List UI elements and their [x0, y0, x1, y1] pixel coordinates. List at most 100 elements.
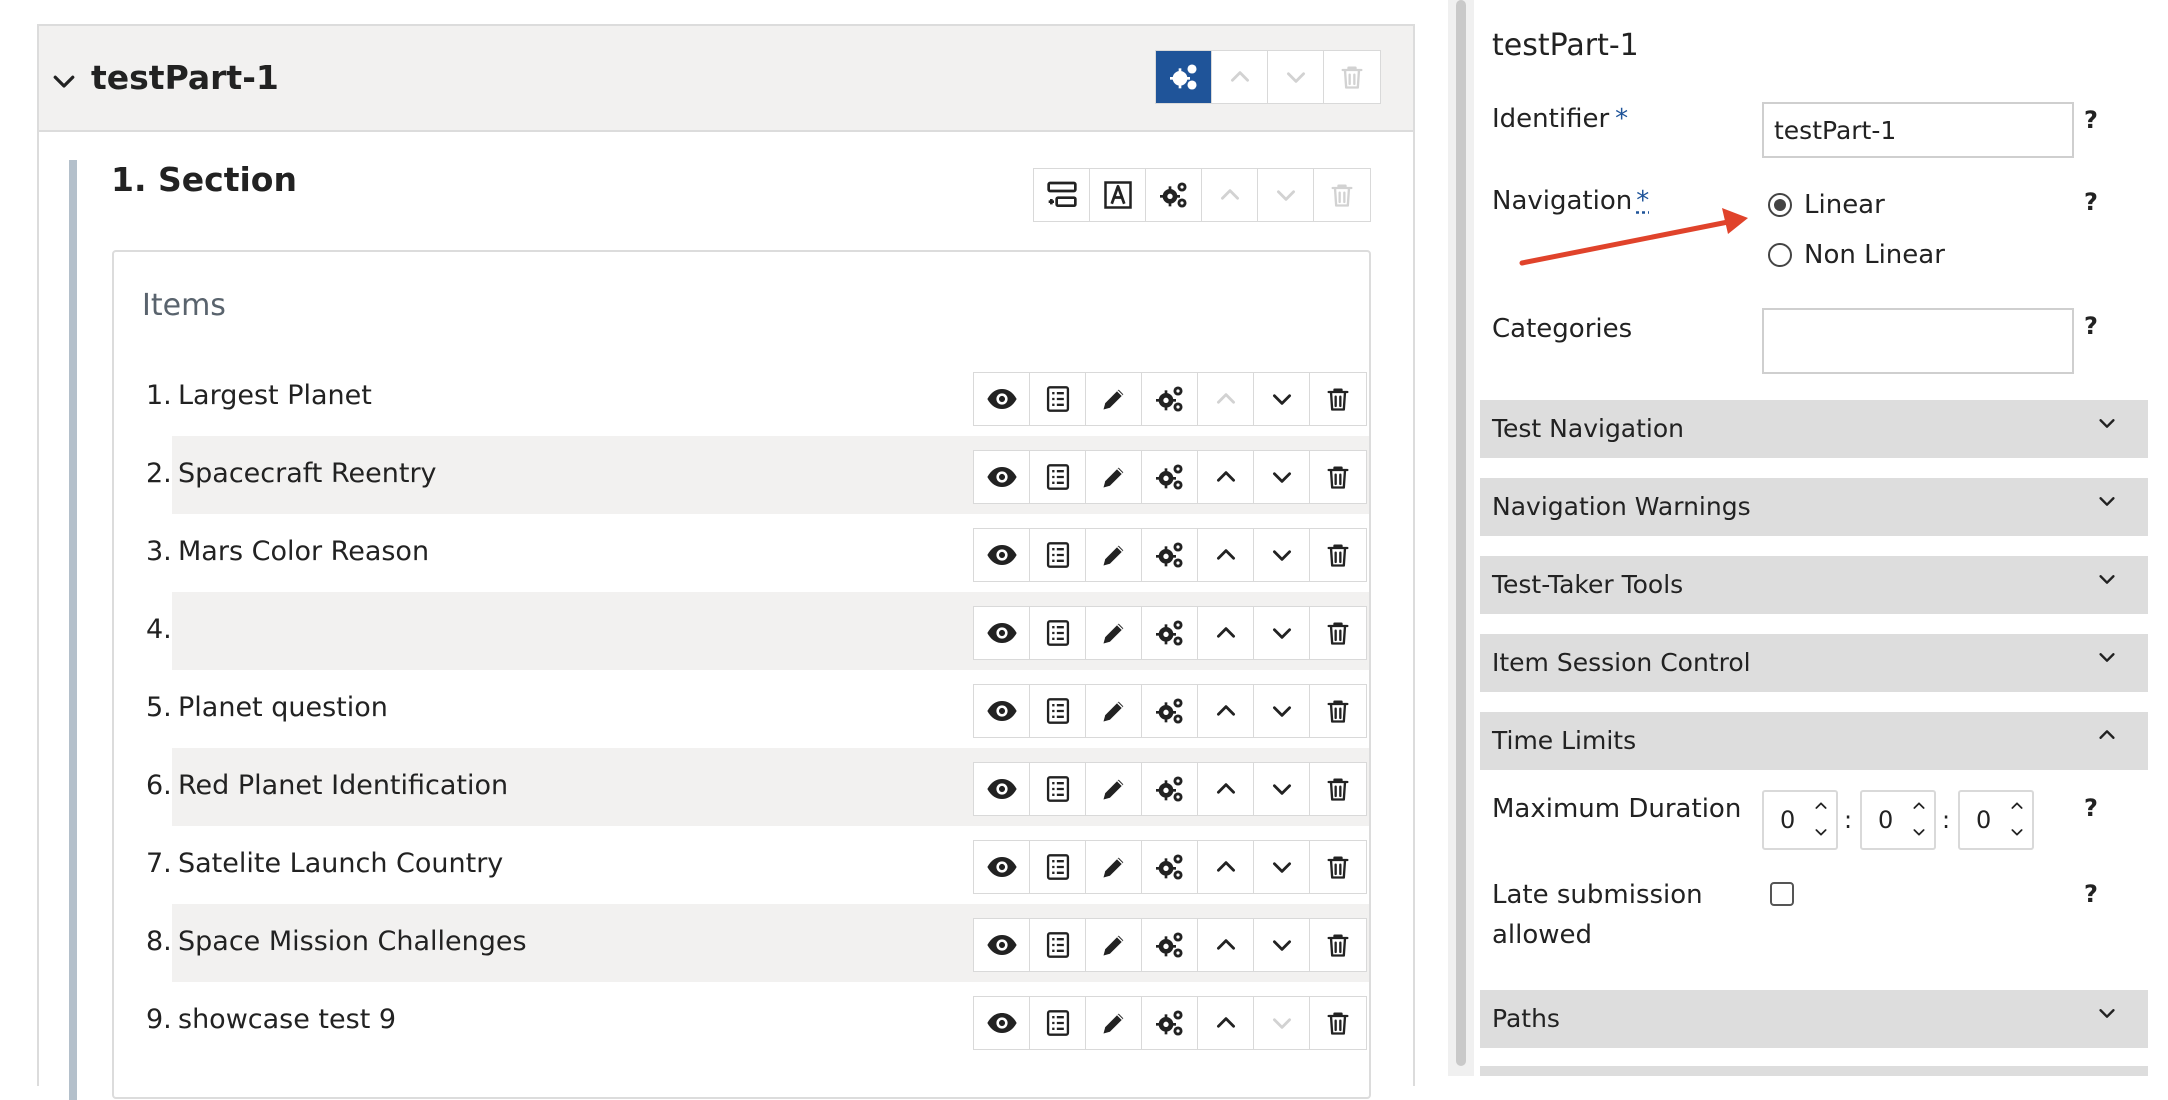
move-down-icon[interactable]: [1254, 685, 1310, 737]
delete-trash-icon[interactable]: [1310, 841, 1366, 893]
item-list-icon[interactable]: [1030, 841, 1086, 893]
section-move-up-button[interactable]: [1202, 169, 1258, 221]
move-up-icon[interactable]: [1198, 451, 1254, 503]
test-part-properties-button[interactable]: [1156, 51, 1212, 103]
item-list-icon[interactable]: [1030, 451, 1086, 503]
section-delete-button[interactable]: [1314, 169, 1370, 221]
accordion-navigation-warnings[interactable]: Navigation Warnings: [1480, 478, 2148, 536]
move-down-icon[interactable]: [1254, 373, 1310, 425]
identifier-help-icon[interactable]: ?: [2084, 106, 2098, 134]
item-properties-gear-icon[interactable]: [1142, 607, 1198, 659]
accordion-paths[interactable]: Paths: [1480, 990, 2148, 1048]
item-list-icon[interactable]: [1030, 529, 1086, 581]
item-properties-gear-icon[interactable]: [1142, 919, 1198, 971]
preview-eye-icon[interactable]: [974, 763, 1030, 815]
test-part-move-up-button[interactable]: [1212, 51, 1268, 103]
edit-pencil-icon[interactable]: [1086, 607, 1142, 659]
preview-eye-icon[interactable]: [974, 607, 1030, 659]
item-list-icon[interactable]: [1030, 373, 1086, 425]
item-list-icon[interactable]: [1030, 763, 1086, 815]
item-properties-gear-icon[interactable]: [1142, 763, 1198, 815]
collapse-chevron-icon[interactable]: [49, 66, 79, 96]
duration-seconds-spinner[interactable]: 0: [1958, 790, 2034, 850]
test-part-move-down-button[interactable]: [1268, 51, 1324, 103]
accordion-test-taker-tools[interactable]: Test-Taker Tools: [1480, 556, 2148, 614]
move-up-icon[interactable]: [1198, 685, 1254, 737]
preview-eye-icon[interactable]: [974, 451, 1030, 503]
move-up-icon[interactable]: [1198, 763, 1254, 815]
spin-down-icon[interactable]: [2008, 824, 2026, 840]
section-move-down-button[interactable]: [1258, 169, 1314, 221]
max-duration-help-icon[interactable]: ?: [2084, 794, 2098, 822]
item-properties-gear-icon[interactable]: [1142, 373, 1198, 425]
preview-eye-icon[interactable]: [974, 919, 1030, 971]
spin-up-icon[interactable]: [1910, 798, 1928, 814]
panel-splitter[interactable]: [1448, 0, 1474, 1076]
section-properties-button[interactable]: [1146, 169, 1202, 221]
move-up-icon[interactable]: [1198, 607, 1254, 659]
edit-pencil-icon[interactable]: [1086, 373, 1142, 425]
item-properties-gear-icon[interactable]: [1142, 685, 1198, 737]
accordion-time-limits[interactable]: Time Limits: [1480, 712, 2148, 770]
identifier-input[interactable]: [1762, 102, 2074, 158]
categories-input[interactable]: [1762, 308, 2074, 374]
item-list-icon[interactable]: [1030, 919, 1086, 971]
item-list-icon[interactable]: [1030, 685, 1086, 737]
navigation-nonlinear-radio[interactable]: Non Linear: [1768, 240, 1945, 270]
edit-pencil-icon[interactable]: [1086, 685, 1142, 737]
late-submission-checkbox[interactable]: [1770, 882, 1794, 906]
accordion-test-navigation[interactable]: Test Navigation: [1480, 400, 2148, 458]
delete-trash-icon[interactable]: [1310, 451, 1366, 503]
duration-minutes-spinner[interactable]: 0: [1860, 790, 1936, 850]
item-properties-gear-icon[interactable]: [1142, 841, 1198, 893]
edit-pencil-icon[interactable]: [1086, 451, 1142, 503]
move-up-icon[interactable]: [1198, 997, 1254, 1049]
accordion-item-session-control[interactable]: Item Session Control: [1480, 634, 2148, 692]
delete-trash-icon[interactable]: [1310, 919, 1366, 971]
preview-eye-icon[interactable]: [974, 997, 1030, 1049]
edit-pencil-icon[interactable]: [1086, 529, 1142, 581]
spin-down-icon[interactable]: [1910, 824, 1928, 840]
rubric-block-button[interactable]: [1090, 169, 1146, 221]
preview-eye-icon[interactable]: [974, 841, 1030, 893]
item-list-icon[interactable]: [1030, 997, 1086, 1049]
move-down-icon[interactable]: [1254, 451, 1310, 503]
edit-pencil-icon[interactable]: [1086, 997, 1142, 1049]
navigation-linear-radio[interactable]: Linear: [1768, 190, 1885, 220]
spin-up-icon[interactable]: [1812, 798, 1830, 814]
edit-pencil-icon[interactable]: [1086, 919, 1142, 971]
add-subsection-button[interactable]: [1034, 169, 1090, 221]
move-down-icon[interactable]: [1254, 763, 1310, 815]
move-up-icon[interactable]: [1198, 919, 1254, 971]
duration-hours-spinner[interactable]: 0: [1762, 790, 1838, 850]
delete-trash-icon[interactable]: [1310, 373, 1366, 425]
spin-down-icon[interactable]: [1812, 824, 1830, 840]
delete-trash-icon[interactable]: [1310, 763, 1366, 815]
item-properties-gear-icon[interactable]: [1142, 997, 1198, 1049]
preview-eye-icon[interactable]: [974, 685, 1030, 737]
delete-trash-icon[interactable]: [1310, 997, 1366, 1049]
edit-pencil-icon[interactable]: [1086, 841, 1142, 893]
move-down-icon[interactable]: [1254, 919, 1310, 971]
move-down-icon[interactable]: [1254, 607, 1310, 659]
delete-trash-icon[interactable]: [1310, 529, 1366, 581]
test-part-delete-button[interactable]: [1324, 51, 1380, 103]
delete-trash-icon[interactable]: [1310, 607, 1366, 659]
preview-eye-icon[interactable]: [974, 529, 1030, 581]
move-down-icon[interactable]: [1254, 529, 1310, 581]
move-up-icon[interactable]: [1198, 373, 1254, 425]
edit-pencil-icon[interactable]: [1086, 763, 1142, 815]
move-up-icon[interactable]: [1198, 841, 1254, 893]
scrollbar-thumb[interactable]: [1456, 0, 1466, 1066]
spin-up-icon[interactable]: [2008, 798, 2026, 814]
delete-trash-icon[interactable]: [1310, 685, 1366, 737]
item-properties-gear-icon[interactable]: [1142, 529, 1198, 581]
preview-eye-icon[interactable]: [974, 373, 1030, 425]
move-up-icon[interactable]: [1198, 529, 1254, 581]
categories-help-icon[interactable]: ?: [2084, 312, 2098, 340]
late-submission-help-icon[interactable]: ?: [2084, 880, 2098, 908]
item-properties-gear-icon[interactable]: [1142, 451, 1198, 503]
navigation-help-icon[interactable]: ?: [2084, 188, 2098, 216]
item-list-icon[interactable]: [1030, 607, 1086, 659]
move-down-icon[interactable]: [1254, 997, 1310, 1049]
